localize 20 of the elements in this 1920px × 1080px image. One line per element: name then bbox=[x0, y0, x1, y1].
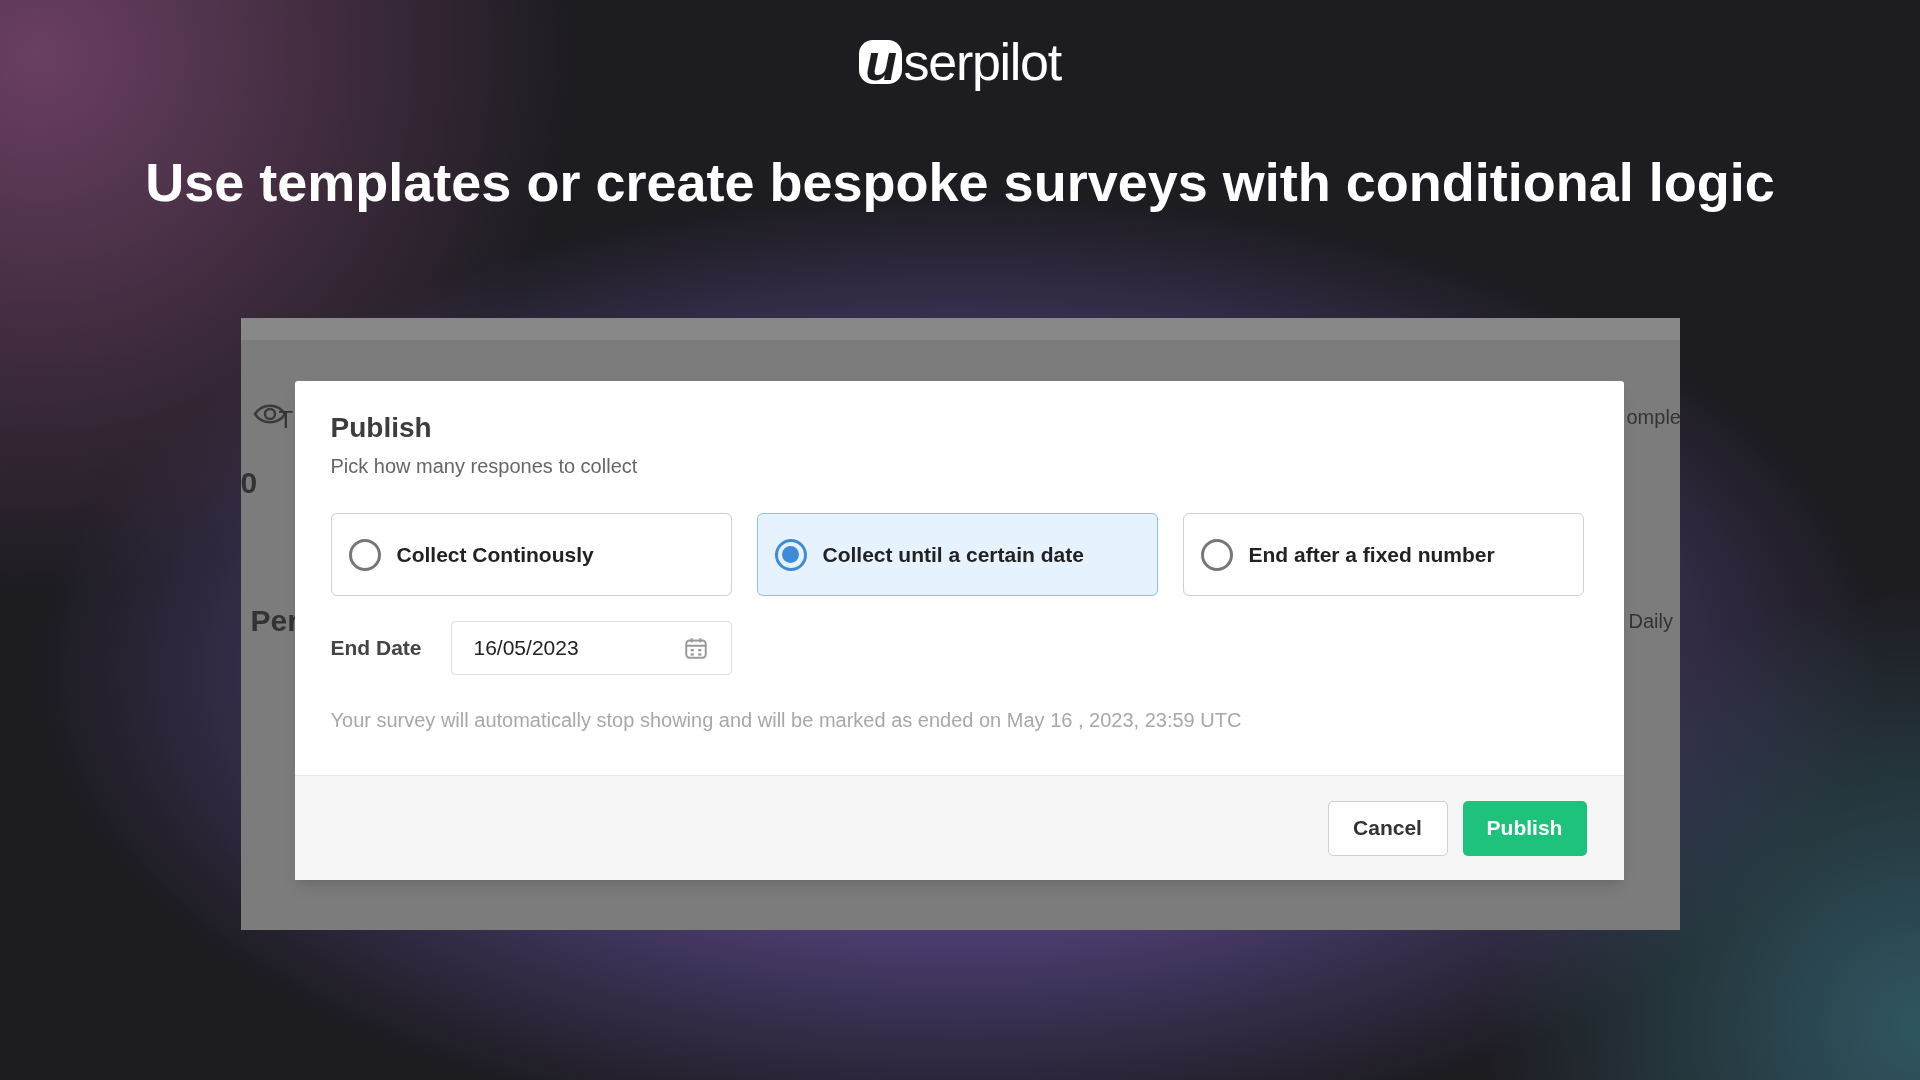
dialog-title: Publish bbox=[330, 411, 433, 445]
background-text: 0 bbox=[240, 465, 258, 501]
radio-icon bbox=[774, 538, 807, 571]
option-card[interactable]: Collect until a certain date bbox=[756, 513, 1158, 596]
background-text: Per bbox=[250, 603, 299, 639]
end-date-label: End Date bbox=[330, 635, 423, 662]
background-text: T bbox=[278, 405, 294, 435]
calendar-icon bbox=[682, 635, 709, 661]
radio-icon bbox=[1200, 538, 1233, 571]
cancel-button[interactable]: Cancel bbox=[1327, 800, 1448, 856]
radio-icon bbox=[348, 538, 381, 571]
background-text: omple bbox=[1626, 405, 1681, 430]
brand-logo: userpilot bbox=[859, 30, 1061, 94]
option-card[interactable]: End after a fixed number bbox=[1182, 513, 1584, 596]
end-note: Your survey will automatically stop showing and will be marked as ended on May 16 , 2023, 23:59 UTC bbox=[330, 708, 1243, 733]
background-text: Daily bbox=[1628, 609, 1673, 634]
end-date-field[interactable]: 16/05/2023 bbox=[450, 621, 732, 675]
option-card[interactable]: Collect Continously bbox=[330, 513, 732, 596]
headline: Use templates or create bespoke surveys with conditional logic bbox=[145, 151, 1775, 214]
dialog-subtitle: Pick how many respones to collect bbox=[330, 454, 639, 479]
